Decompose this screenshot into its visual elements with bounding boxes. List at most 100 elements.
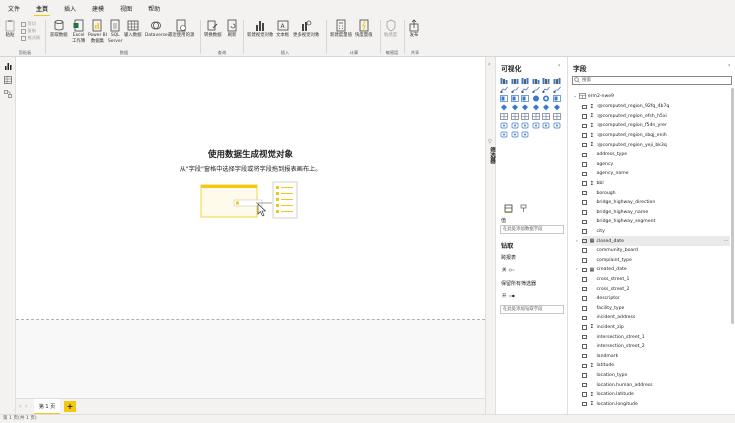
get-data-button[interactable]: 获取数据 <box>50 19 68 39</box>
field-row[interactable]: location_type <box>582 371 730 381</box>
matrix-icon[interactable] <box>542 113 551 120</box>
field-checkbox[interactable] <box>582 229 587 234</box>
powerbi-dataset-button[interactable]: Power BI 数据集 <box>88 19 107 45</box>
chevron-right-icon[interactable]: › <box>25 403 27 410</box>
paginated-icon[interactable] <box>553 122 561 129</box>
100-column-icon[interactable] <box>553 77 561 84</box>
100-bar-icon[interactable] <box>542 77 550 84</box>
field-checkbox[interactable] <box>582 142 587 148</box>
map-icon[interactable] <box>500 104 508 111</box>
field-checkbox[interactable] <box>582 133 587 138</box>
kpi-icon[interactable] <box>510 113 519 120</box>
field-checkbox[interactable] <box>582 277 587 282</box>
drillthrough-drop-well[interactable]: 在此处添加钻取字段 <box>500 305 564 314</box>
field-row[interactable]: agency_name <box>582 169 730 179</box>
menu-view[interactable]: 视图 <box>118 2 134 15</box>
data-view-icon[interactable] <box>4 76 12 84</box>
field-checkbox[interactable] <box>582 104 587 110</box>
shape-map-icon[interactable] <box>521 104 529 111</box>
field-row[interactable]: › ▦ closed_date ··· <box>576 236 730 246</box>
field-row[interactable]: Σlocation.longitude <box>582 399 730 409</box>
field-checkbox[interactable] <box>582 181 587 186</box>
field-row[interactable]: address_type <box>582 150 730 160</box>
field-row[interactable]: Σ:@computed_region_efsh_h5xi <box>582 112 730 122</box>
field-row[interactable]: Σbbl <box>582 179 730 189</box>
pie-icon[interactable] <box>532 95 540 102</box>
donut-icon[interactable] <box>542 95 550 102</box>
paste-button[interactable]: 粘贴 <box>4 19 16 39</box>
filled-map-icon[interactable] <box>511 104 519 111</box>
new-visual-button[interactable]: 新建视觉对象 <box>247 19 273 39</box>
field-checkbox[interactable] <box>582 382 587 388</box>
field-checkbox[interactable] <box>582 162 587 167</box>
more-visuals-button[interactable]: 更多视觉对象 <box>293 19 319 39</box>
menu-home[interactable]: 主页 <box>34 2 51 16</box>
field-checkbox[interactable] <box>582 248 587 253</box>
field-row[interactable]: Σ:@computed_region_yeji_bk3q <box>582 140 730 150</box>
field-checkbox[interactable] <box>582 306 587 311</box>
field-checkbox[interactable] <box>582 258 587 263</box>
field-checkbox[interactable] <box>582 286 587 292</box>
slicer-icon[interactable] <box>521 113 529 120</box>
card-icon[interactable] <box>553 104 561 111</box>
recent-sources-button[interactable]: 最近使用的源 <box>168 19 194 39</box>
treemap-icon[interactable] <box>553 95 561 102</box>
field-row[interactable]: Σlatitude <box>582 361 730 371</box>
sensitivity-button[interactable]: 敏感度 <box>384 19 397 39</box>
copy-button[interactable]: 复制 <box>21 28 36 34</box>
smart-narrative-icon[interactable] <box>542 122 550 129</box>
stacked-area-icon[interactable] <box>521 86 529 93</box>
dataverse-button[interactable]: Dataverse <box>145 19 168 39</box>
qa-icon[interactable] <box>532 122 540 129</box>
field-checkbox[interactable] <box>582 392 587 397</box>
power-automate-icon[interactable] <box>511 131 519 138</box>
scatter-icon[interactable] <box>521 95 530 102</box>
field-checkbox[interactable] <box>582 190 587 196</box>
field-row[interactable]: intersection_street_1 <box>582 332 730 342</box>
enter-data-button[interactable]: 输入数据 <box>124 19 142 39</box>
azure-map-icon[interactable] <box>532 104 540 111</box>
field-row[interactable]: facility_type <box>582 303 730 313</box>
field-row[interactable]: descriptor <box>582 294 730 304</box>
field-checkbox[interactable] <box>582 152 587 158</box>
build-visual-icon[interactable] <box>504 204 513 213</box>
field-row[interactable]: bridge_highway_segment <box>582 217 730 227</box>
clustered-bar-icon[interactable] <box>521 77 529 84</box>
line-clustered-icon[interactable] <box>542 86 551 93</box>
field-row[interactable]: complaint_type <box>582 256 730 266</box>
field-row[interactable]: agency <box>582 160 730 170</box>
field-checkbox[interactable] <box>582 373 587 378</box>
field-checkbox[interactable] <box>582 200 587 205</box>
power-apps-icon[interactable] <box>500 131 508 138</box>
table-icon[interactable] <box>531 113 540 120</box>
multi-card-icon[interactable] <box>500 113 508 120</box>
field-row[interactable]: community_board <box>582 246 730 256</box>
filters-pane-collapsed[interactable]: ‹ ▽ 筛选器 <box>485 57 496 414</box>
key-influencers-icon[interactable] <box>511 122 519 129</box>
menu-insert[interactable]: 插入 <box>62 2 78 15</box>
values-drop-well[interactable]: 在此处添加数据字段 <box>500 225 564 234</box>
field-checkbox[interactable] <box>582 267 587 273</box>
format-painter-button[interactable]: 格式刷 <box>21 35 40 41</box>
report-view-icon[interactable] <box>4 62 12 70</box>
menu-help[interactable]: 帮助 <box>146 2 162 15</box>
new-measure-button[interactable]: 新建度量值 <box>330 19 352 39</box>
field-row[interactable]: city <box>582 227 730 237</box>
field-row[interactable]: bridge_highway_name <box>582 208 730 218</box>
field-row[interactable]: cross_street_2 <box>582 284 730 294</box>
field-row[interactable]: intersection_street_2 <box>582 342 730 352</box>
chevron-left-icon[interactable]: ‹ <box>19 403 21 410</box>
field-row[interactable]: Σlocation.latitude <box>582 390 730 400</box>
waterfall-icon[interactable] <box>500 95 508 102</box>
stacked-column-icon[interactable] <box>511 77 519 84</box>
cross-report-toggle[interactable]: 关 <box>502 268 516 273</box>
field-checkbox[interactable] <box>582 325 587 330</box>
decomposition-icon[interactable] <box>521 122 529 129</box>
transform-data-button[interactable]: 转换数据 <box>204 19 222 39</box>
field-checkbox[interactable] <box>582 334 587 340</box>
field-row[interactable]: bridge_highway_direction <box>582 198 730 208</box>
field-row[interactable]: incident_address <box>582 313 730 323</box>
line-column-icon[interactable] <box>532 86 540 93</box>
field-row[interactable]: cross_street_1 <box>582 275 730 285</box>
refresh-button[interactable]: 刷新 <box>226 19 238 39</box>
